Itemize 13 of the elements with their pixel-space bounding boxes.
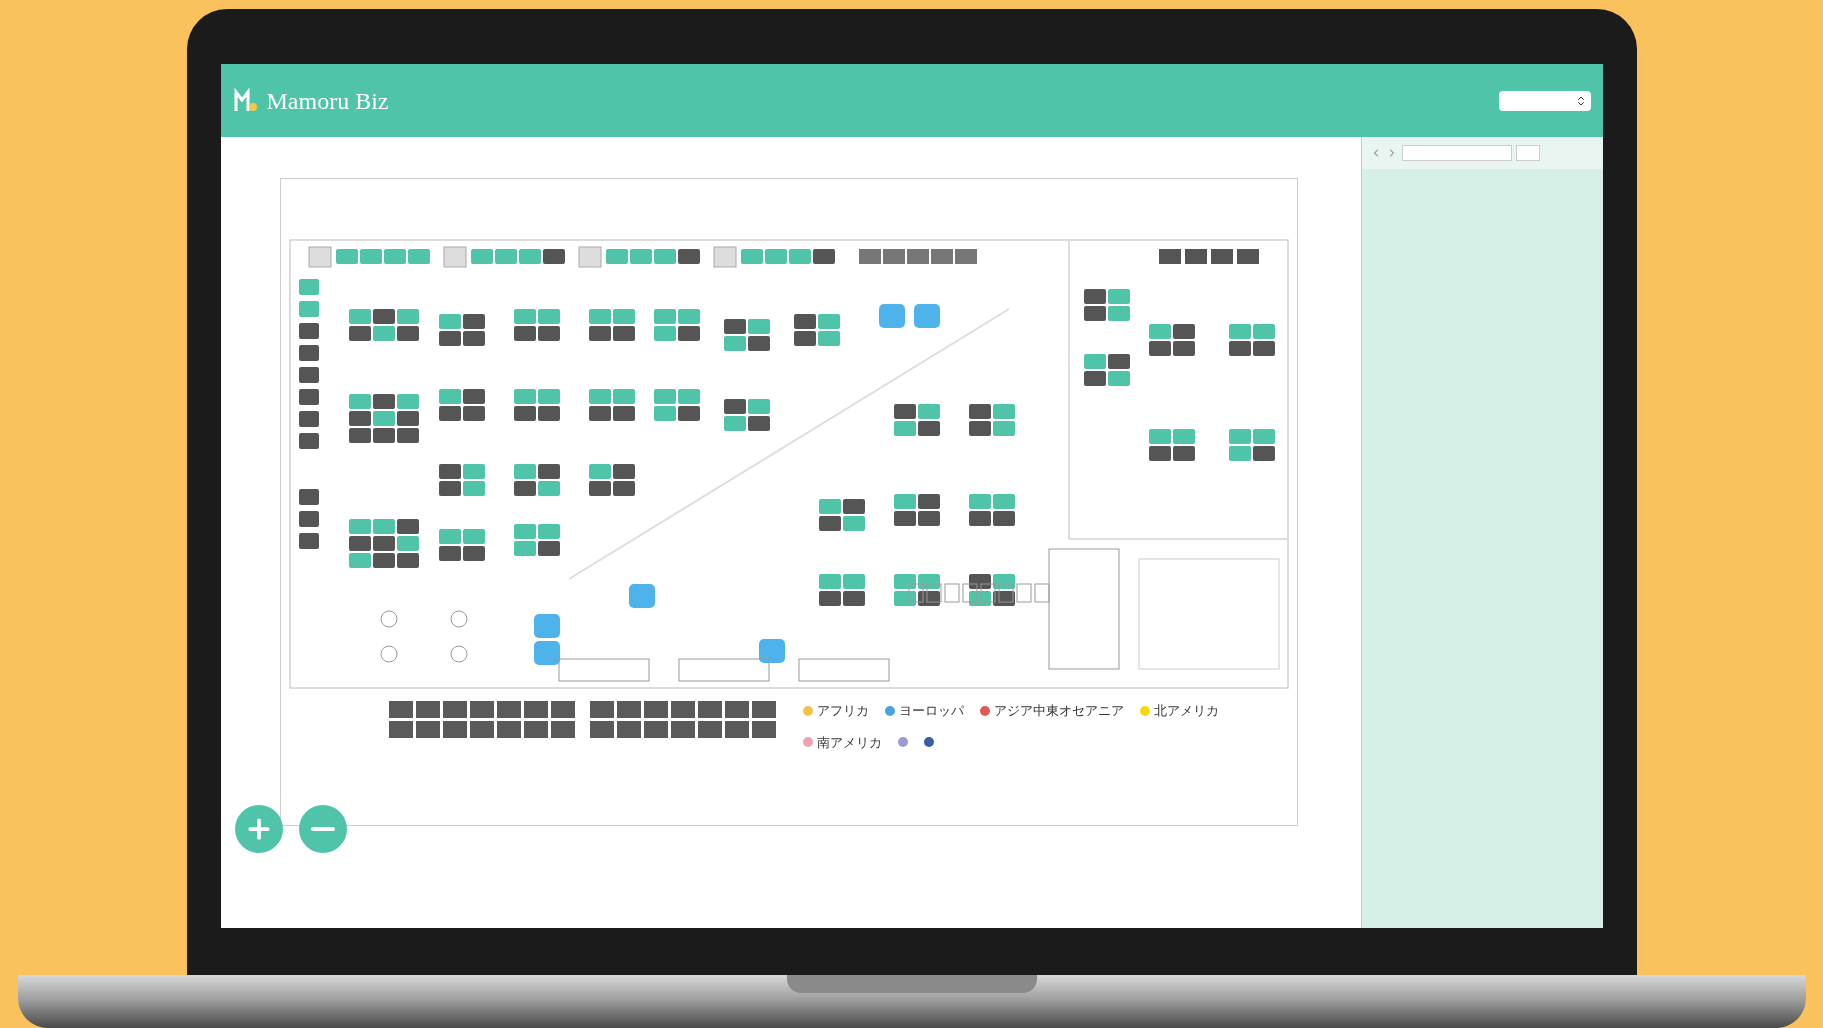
legend-label: 南アメリカ bbox=[816, 733, 882, 752]
minus-icon bbox=[310, 827, 335, 831]
legend-label: アフリカ bbox=[816, 702, 869, 720]
zoom-in-button[interactable] bbox=[234, 805, 283, 853]
app-title: Mamoru Biz bbox=[266, 86, 389, 116]
legend-label: 北アメリカ bbox=[1153, 702, 1219, 720]
zoom-out-button[interactable] bbox=[298, 805, 347, 853]
search-button[interactable] bbox=[1515, 145, 1540, 161]
logo-icon bbox=[232, 87, 259, 114]
search-field[interactable] bbox=[1401, 145, 1512, 161]
legend-label: アジア中東オセアニア bbox=[993, 702, 1124, 720]
legend-label: ヨーロッパ bbox=[898, 702, 964, 720]
select-field[interactable] bbox=[1498, 90, 1591, 111]
